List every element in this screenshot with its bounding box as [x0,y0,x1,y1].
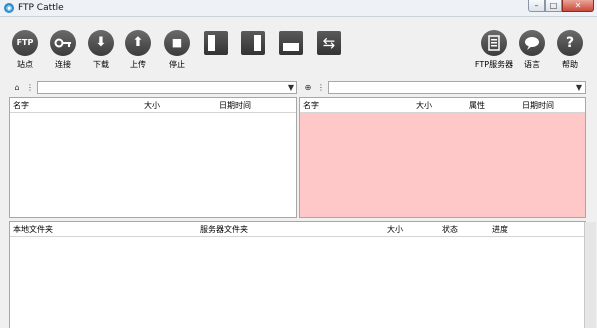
key-icon [50,30,76,56]
close-button[interactable]: ✕ [562,0,594,12]
speech-bubble-icon [519,30,545,56]
transfer-queue-list[interactable]: 本地文件夹 服务器文件夹 大小 状态 进度 [9,221,586,328]
help-icon: ? [557,30,583,56]
queue-list-header: 本地文件夹 服务器文件夹 大小 状态 进度 [10,222,585,237]
local-tree-icon[interactable]: ⋮ [24,82,36,93]
queue-scrollbar[interactable] [584,222,596,328]
local-col-datetime[interactable]: 日期时间 [219,101,251,110]
remote-file-list[interactable]: 名字 大小 属性 日期时间 [299,97,586,218]
minimize-button[interactable]: – [528,0,545,12]
download-label: 下载 [93,60,109,69]
local-file-list[interactable]: 名字 大小 日期时间 [9,97,297,218]
download-icon: ⬇ [88,30,114,56]
help-label: 帮助 [562,60,578,69]
site-label: 站点 [17,60,33,69]
computer-icon[interactable]: ⌂ [11,82,23,93]
local-path-input[interactable] [37,81,297,94]
connect-button[interactable]: 连接 [43,30,83,70]
server-icon [481,30,507,56]
queue-col-status[interactable]: 状态 [442,225,458,234]
upload-label: 上传 [130,60,146,69]
remote-list-body [300,113,585,217]
remote-tree-icon[interactable]: ⋮ [315,82,327,93]
window-title: FTP Cattle [18,3,64,13]
local-path-dropdown[interactable]: ▼ [286,82,296,93]
local-list-header: 名字 大小 日期时间 [10,98,296,113]
queue-col-size[interactable]: 大小 [387,225,403,234]
layout-right-icon [254,35,261,51]
help-button[interactable]: ? 帮助 [550,30,590,70]
globe-icon[interactable]: ⊕ [302,82,314,93]
ftp-server-button[interactable]: FTP服务器 [473,30,515,70]
language-button[interactable]: 语言 [512,30,552,70]
ftp-server-label: FTP服务器 [474,60,514,69]
queue-col-progress[interactable]: 进度 [492,225,508,234]
queue-col-server-folder[interactable]: 服务器文件夹 [200,225,248,234]
upload-icon: ⬆ [125,30,151,56]
queue-col-local-folder[interactable]: 本地文件夹 [13,225,53,234]
local-col-name[interactable]: 名字 [13,101,29,110]
ftp-icon: FTP [12,30,38,56]
remote-col-attributes[interactable]: 属性 [469,101,485,110]
site-button[interactable]: FTP 站点 [5,30,45,70]
layout-left-icon [208,35,215,51]
cattle-icon: ◉ [4,3,14,13]
swap-panels-icon: ⇆ [322,34,336,52]
layout-right-button[interactable] [241,31,265,55]
maximize-button[interactable]: □ [545,0,562,12]
remote-col-datetime[interactable]: 日期时间 [522,101,554,110]
stop-icon: ■ [164,30,190,56]
stop-label: 停止 [169,60,185,69]
layout-bottom-icon [283,43,299,51]
stop-button[interactable]: ■ 停止 [157,30,197,70]
remote-col-size[interactable]: 大小 [416,101,432,110]
layout-left-button[interactable] [204,31,228,55]
download-button[interactable]: ⬇ 下载 [81,30,121,70]
remote-path-input[interactable] [328,81,586,94]
remote-list-header: 名字 大小 属性 日期时间 [300,98,585,113]
remote-path-dropdown[interactable]: ▼ [574,82,584,93]
swap-panels-button[interactable]: ⇆ [317,31,341,55]
remote-col-name[interactable]: 名字 [303,101,319,110]
upload-button[interactable]: ⬆ 上传 [118,30,158,70]
connect-label: 连接 [55,60,71,69]
language-label: 语言 [524,60,540,69]
title-bar: ◉ FTP Cattle – □ ✕ [0,0,597,17]
layout-bottom-button[interactable] [279,31,303,55]
local-col-size[interactable]: 大小 [144,101,160,110]
toolbar: FTP 站点 连接 ⬇ 下载 ⬆ 上传 ■ 停止 ⇆ FTP服务器 语言 ? 帮… [0,17,597,79]
